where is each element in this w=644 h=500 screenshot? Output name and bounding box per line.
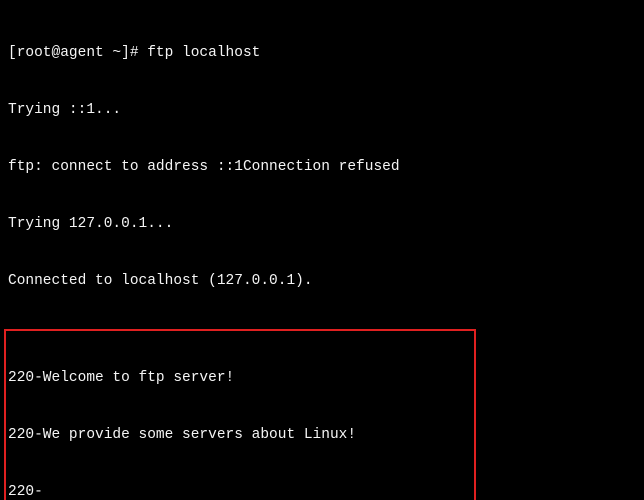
highlight-box-welcome: 220-Welcome to ftp server! 220-We provid… (4, 329, 476, 500)
output-line: Trying 127.0.0.1... (8, 215, 636, 234)
shell-command: [root@agent ~]# ftp localhost (8, 44, 636, 63)
terminal-window[interactable]: [root@agent ~]# ftp localhost Trying ::1… (0, 0, 644, 500)
output-line: ftp: connect to address ::1Connection re… (8, 158, 636, 177)
banner-line: 220-Welcome to ftp server! (8, 369, 472, 388)
banner-line: 220-We provide some servers about Linux! (8, 426, 472, 445)
output-line: Connected to localhost (127.0.0.1). (8, 272, 636, 291)
output-line: Trying ::1... (8, 101, 636, 120)
banner-line: 220- (8, 483, 472, 500)
